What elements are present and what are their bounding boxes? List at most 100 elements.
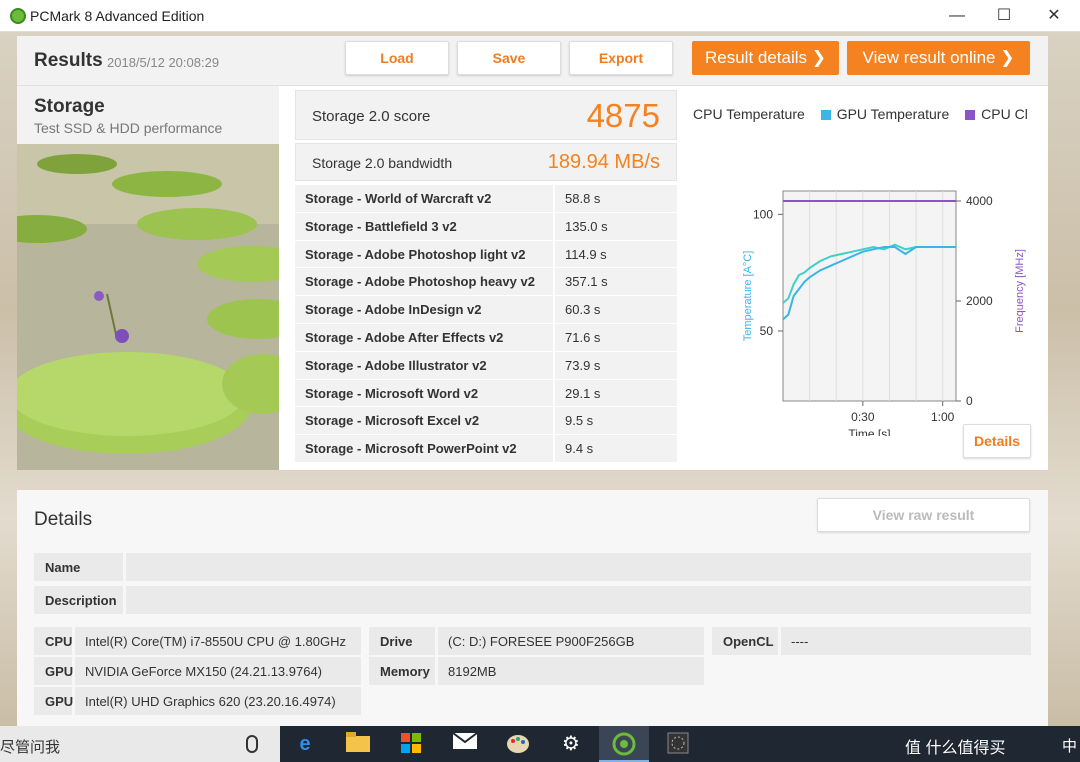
y-right-tick-label: 2000 — [966, 294, 993, 308]
storage-subtitle: Test SSD & HDD performance — [34, 120, 223, 136]
description-row: Description — [34, 586, 1031, 614]
pcmark-app-icon — [10, 8, 26, 24]
ime-indicator[interactable]: 中 — [1062, 735, 1077, 756]
results-title: Results — [34, 50, 103, 71]
gpu-row: GPU Intel(R) UHD Graphics 620 (23.20.16.… — [34, 687, 361, 715]
paint-icon[interactable] — [505, 732, 531, 756]
results-panel: Results 2018/5/12 20:08:29 Load Save Exp… — [17, 36, 1048, 470]
score-box: Storage 2.0 score 4875 — [295, 90, 677, 140]
gpu-label: GPU — [34, 657, 73, 685]
taskbar: 尽管问我 e ⚙ 值 什么值得买 中 — [0, 726, 1080, 762]
close-button[interactable]: ✕ — [1031, 0, 1077, 32]
test-result-row: Storage - Adobe InDesign v2 60.3 s — [295, 296, 677, 324]
store-icon[interactable] — [398, 732, 424, 756]
test-value: 60.3 s — [555, 296, 677, 323]
cpu-row: CPU Intel(R) Core(TM) i7-8550U CPU @ 1.8… — [34, 627, 361, 655]
view-raw-result-button[interactable]: View raw result — [817, 498, 1030, 532]
test-results-table: Storage - World of Warcraft v2 58.8 s Stor… — [295, 185, 677, 463]
file-explorer-icon[interactable] — [345, 732, 371, 756]
score-value: 4875 — [586, 97, 660, 134]
test-result-row: Storage - Adobe After Effects v2 71.6 s — [295, 323, 677, 352]
y-right-tick-label: 0 — [966, 394, 973, 408]
test-value: 135.0 s — [555, 212, 677, 240]
tray-watermark: 值 什么值得买 — [905, 740, 1006, 757]
name-value — [126, 553, 1031, 581]
export-button[interactable]: Export — [569, 41, 673, 75]
legend-label: CPU Cl — [981, 106, 1028, 122]
chart-legend: CPU Temperature GPU Temperature CPU Cl — [693, 106, 1048, 126]
test-value: 357.1 s — [555, 268, 677, 296]
chart-plot: 100 50 4000 2000 0 0:30 1:00 Time [s] Temperatur… — [742, 190, 1026, 436]
test-value: 29.1 s — [555, 379, 677, 407]
search-placeholder: 尽管问我 — [0, 739, 61, 756]
opencl-row: OpenCL ---- — [712, 627, 1031, 655]
edge-browser-icon[interactable]: e — [292, 732, 318, 756]
legend-swatch — [820, 110, 831, 121]
legend-item: GPU Temperature — [820, 106, 950, 122]
test-value: 73.9 s — [555, 351, 677, 379]
gpu-row: GPU NVIDIA GeForce MX150 (24.21.13.9764) — [34, 657, 361, 685]
y-left-tick-label: 100 — [753, 207, 773, 221]
minimize-button[interactable]: — — [934, 0, 980, 32]
test-name: Storage - Adobe Photoshop heavy v2 — [295, 268, 553, 296]
test-name: Storage - Microsoft PowerPoint v2 — [295, 435, 553, 462]
y-left-axis-label: Temperature [A°C] — [742, 251, 754, 342]
details-button[interactable]: Details — [963, 424, 1031, 458]
drive-value: (C: D:) FORESEE P900F256GB — [438, 627, 704, 655]
storage-title: Storage — [34, 96, 105, 117]
test-result-row: Storage - Adobe Photoshop heavy v2 357.1 … — [295, 268, 677, 297]
settings-gear-icon[interactable]: ⚙ — [558, 732, 584, 756]
test-name: Storage - Adobe Photoshop light v2 — [295, 240, 553, 268]
test-value: 58.8 s — [555, 185, 677, 212]
microphone-icon[interactable] — [246, 735, 258, 753]
legend-label: GPU Temperature — [836, 106, 950, 122]
details-title: Details — [34, 509, 93, 530]
title-bar: PCMark 8 Advanced Edition — ☐ ✕ — [0, 0, 1080, 32]
gpu-value: Intel(R) UHD Graphics 620 (23.20.16.4974… — [75, 687, 361, 715]
load-button[interactable]: Load — [345, 41, 449, 75]
memory-label: Memory — [369, 657, 435, 685]
test-result-row: Storage - Battlefield 3 v2 135.0 s — [295, 212, 677, 241]
taskbar-search-box[interactable]: 尽管问我 — [0, 726, 280, 762]
test-name: Storage - Battlefield 3 v2 — [295, 212, 553, 240]
gpu-value: NVIDIA GeForce MX150 (24.21.13.9764) — [75, 657, 361, 685]
test-value: 9.5 s — [555, 407, 677, 435]
storage-benchmark-image — [17, 144, 279, 470]
plot-frame — [782, 190, 957, 402]
test-result-row: Storage - Microsoft Excel v2 9.5 s — [295, 407, 677, 436]
test-name: Storage - Adobe InDesign v2 — [295, 296, 553, 323]
description-label: Description — [34, 586, 123, 614]
name-label: Name — [34, 553, 123, 581]
test-name: Storage - Microsoft Excel v2 — [295, 407, 553, 435]
test-name: Storage - Adobe Illustrator v2 — [295, 351, 553, 379]
name-row: Name — [34, 553, 1031, 581]
x-axis-label: Time [s] — [848, 427, 890, 436]
test-result-row: Storage - Adobe Illustrator v2 73.9 s — [295, 351, 677, 380]
details-panel: Details View raw result Name Description… — [17, 490, 1048, 726]
pcmark-taskbar-button[interactable] — [599, 726, 649, 762]
cpu-label: CPU — [34, 627, 72, 655]
gpu-label: GPU — [34, 687, 73, 715]
maximize-button[interactable]: ☐ — [981, 0, 1027, 32]
app-icon-dark[interactable] — [665, 732, 691, 756]
bandwidth-value: 189.94 MB/s — [547, 151, 660, 173]
test-result-row: Storage - World of Warcraft v2 58.8 s — [295, 185, 677, 213]
test-name: Storage - Microsoft Word v2 — [295, 379, 553, 407]
result-details-button[interactable]: Result details ❯ — [692, 41, 839, 75]
score-label: Storage 2.0 score — [312, 108, 431, 125]
x-tick-label: 1:00 — [931, 410, 955, 424]
y-right-axis-label: Frequency [MHz] — [1014, 249, 1026, 333]
memory-value: 8192MB — [438, 657, 704, 685]
legend-swatch — [965, 110, 976, 121]
pcmark-icon — [612, 732, 636, 756]
legend-item: CPU Temperature — [693, 106, 805, 122]
test-result-row: Storage - Adobe Photoshop light v2 114.9 … — [295, 240, 677, 269]
bandwidth-label: Storage 2.0 bandwidth — [312, 155, 453, 171]
mail-icon[interactable] — [452, 732, 478, 756]
test-value: 114.9 s — [555, 240, 677, 268]
view-result-online-button[interactable]: View result online ❯ — [847, 41, 1030, 75]
memory-row: Memory 8192MB — [369, 657, 704, 685]
save-button[interactable]: Save — [457, 41, 561, 75]
storage-card: Storage Test SSD & HDD performance — [17, 86, 279, 470]
results-date: 2018/5/12 20:08:29 — [107, 55, 220, 70]
